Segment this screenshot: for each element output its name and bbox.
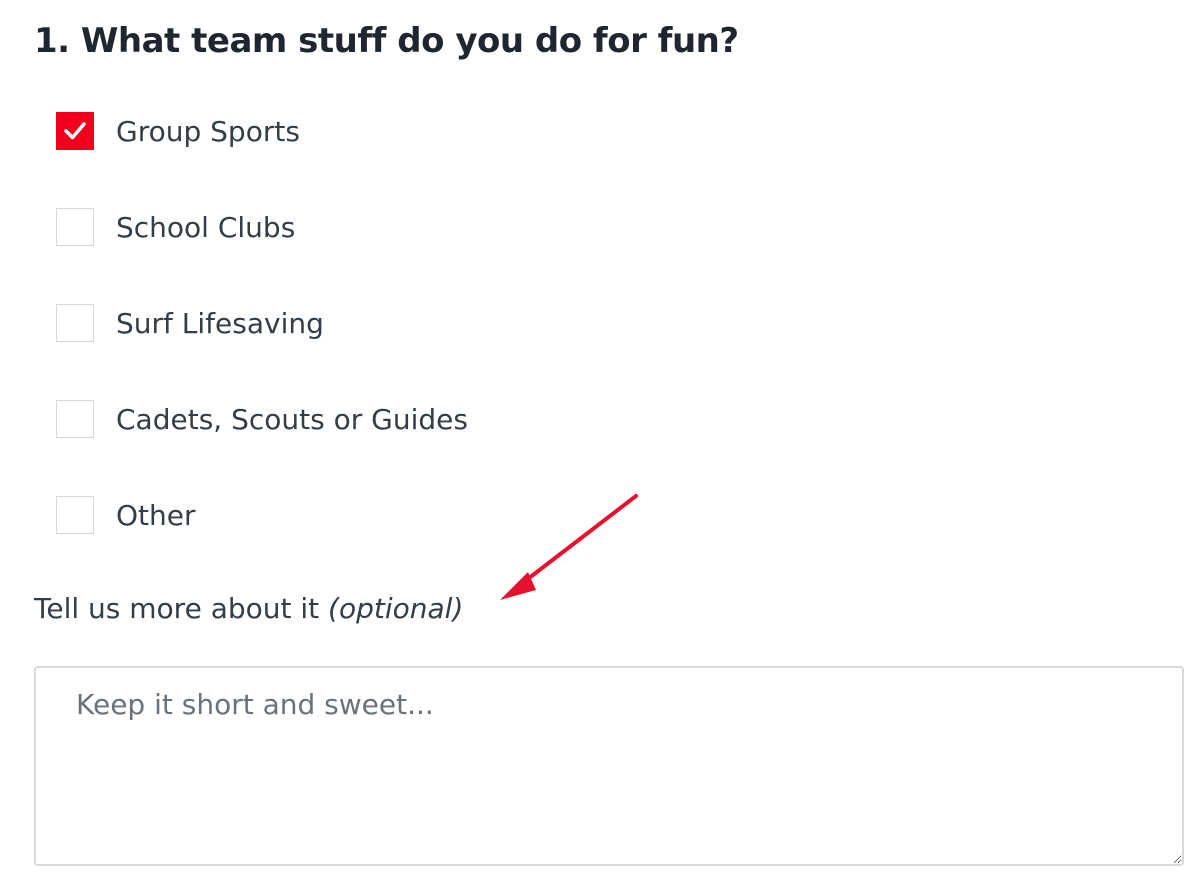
option-label: Cadets, Scouts or Guides: [116, 402, 468, 436]
options-list: Group Sports School Clubs Surf Lifesavin…: [56, 108, 468, 588]
option-school-clubs[interactable]: School Clubs: [56, 204, 468, 250]
option-label: Group Sports: [116, 114, 300, 148]
comment-label-text: Tell us more about it: [34, 592, 320, 625]
checkbox[interactable]: [56, 112, 94, 150]
comment-textarea[interactable]: [34, 666, 1184, 866]
comment-label: Tell us more about it (optional): [34, 592, 463, 625]
option-label: School Clubs: [116, 210, 296, 244]
checkbox[interactable]: [56, 496, 94, 534]
checkbox[interactable]: [56, 400, 94, 438]
optional-hint: (optional): [328, 592, 464, 625]
option-cadets-scouts-guides[interactable]: Cadets, Scouts or Guides: [56, 396, 468, 442]
checkbox[interactable]: [56, 304, 94, 342]
option-other[interactable]: Other: [56, 492, 468, 538]
option-group-sports[interactable]: Group Sports: [56, 108, 468, 154]
option-label: Other: [116, 498, 196, 532]
checkbox[interactable]: [56, 208, 94, 246]
checkmark-icon: [64, 122, 86, 140]
question-title: 1. What team stuff do you do for fun?: [34, 21, 739, 61]
annotation-arrow-shaft: [514, 494, 638, 590]
option-surf-lifesaving[interactable]: Surf Lifesaving: [56, 300, 468, 346]
annotation-arrow-head: [500, 572, 536, 600]
option-label: Surf Lifesaving: [116, 306, 324, 340]
